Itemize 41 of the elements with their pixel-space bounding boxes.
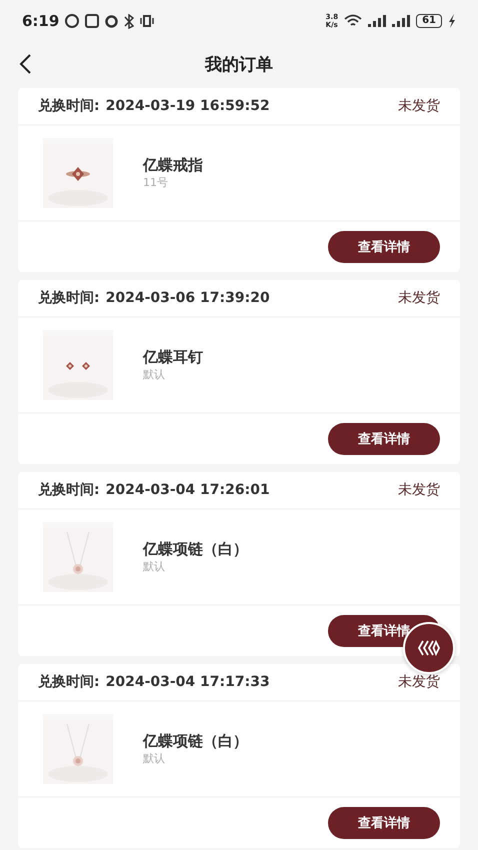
order-status: 未发货 [398, 97, 440, 115]
order-status: 未发货 [398, 673, 440, 691]
signal-icon [392, 15, 410, 27]
order-status: 未发货 [398, 289, 440, 307]
exchange-time-label: 兑换时间: [38, 673, 100, 691]
product-name: 亿蝶戒指 [143, 156, 203, 175]
battery-level: 61 [416, 14, 442, 28]
product-row[interactable]: 亿蝶项链（白） 默认 [18, 510, 460, 606]
exchange-time: 2024-03-19 16:59:52 [106, 98, 270, 114]
bluetooth-icon [124, 14, 134, 28]
product-name: 亿蝶耳钉 [143, 348, 203, 367]
exchange-time: 2024-03-04 17:26:01 [106, 482, 270, 498]
product-spec: 默认 [143, 559, 166, 574]
view-details-button[interactable]: 查看详情 [328, 423, 440, 455]
product-name: 亿蝶项链（白） [143, 732, 248, 751]
exchange-time-label: 兑换时间: [38, 289, 100, 307]
ring-icon [65, 14, 80, 28]
product-spec: 默认 [143, 751, 166, 766]
page-title: 我的订单 [205, 54, 273, 76]
view-details-button[interactable]: 查看详情 [328, 807, 440, 839]
exchange-time: 2024-03-06 17:39:20 [106, 290, 270, 306]
exchange-time-label: 兑换时间: [38, 97, 100, 115]
product-spec: 11号 [143, 175, 169, 190]
vibrate-icon [140, 15, 154, 27]
product-row[interactable]: 亿蝶戒指 11号 [18, 126, 460, 222]
product-row[interactable]: 亿蝶项链（白） 默认 [18, 702, 460, 798]
product-spec: 默认 [143, 367, 166, 382]
product-name: 亿蝶项链（白） [143, 540, 248, 559]
charging-icon [448, 14, 456, 28]
product-row[interactable]: 亿蝶耳钉 默认 [18, 318, 460, 414]
chevrons-icon [417, 639, 441, 657]
clock-time: 6:19 [22, 12, 60, 30]
exchange-time-label: 兑换时间: [38, 481, 100, 499]
square-icon [85, 14, 100, 28]
alarm-icon [105, 14, 118, 28]
order-status: 未发货 [398, 481, 440, 499]
back-icon[interactable] [18, 53, 32, 75]
wifi-icon [344, 14, 362, 28]
exchange-time: 2024-03-04 17:17:33 [106, 674, 270, 690]
signal-icon [368, 15, 386, 27]
view-details-button[interactable]: 查看详情 [328, 231, 440, 263]
